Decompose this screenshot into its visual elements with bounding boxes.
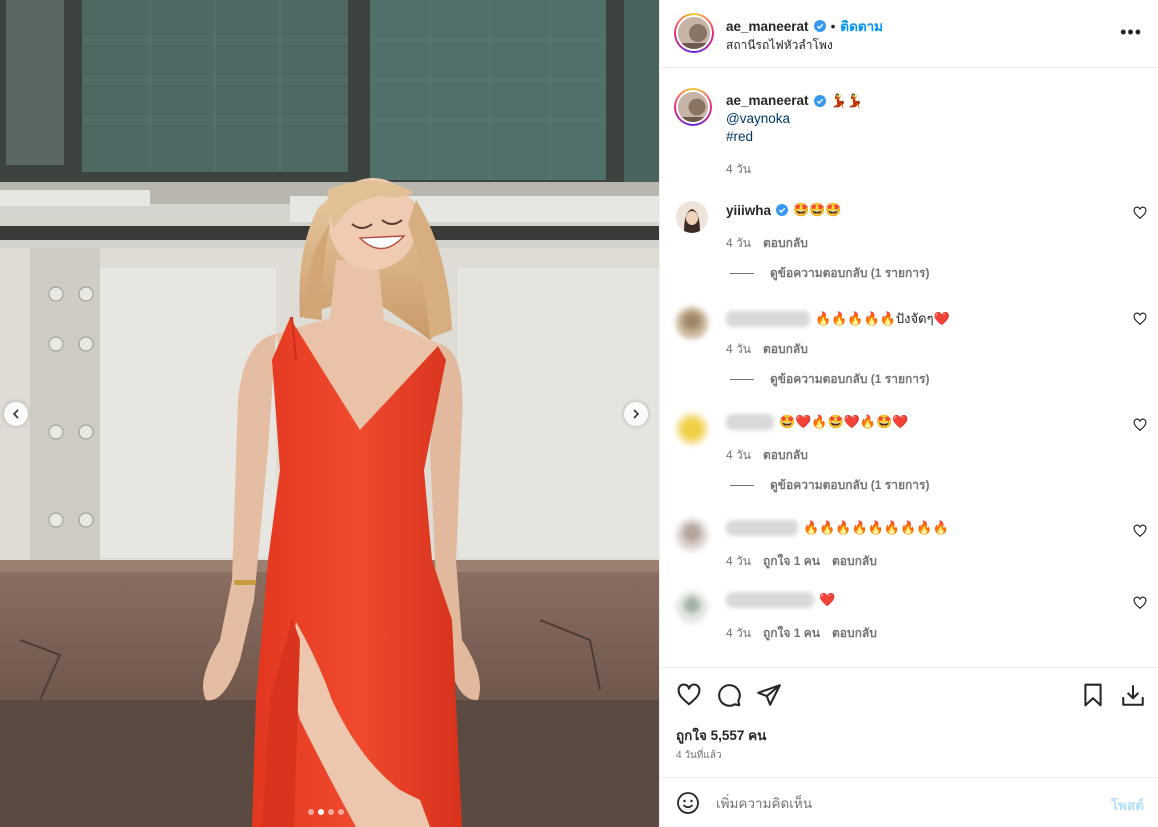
share-send-icon[interactable] xyxy=(756,682,782,708)
avatar-photo xyxy=(676,591,708,623)
post-actions: ถูกใจ 5,557 คน 4 วันที่แล้ว xyxy=(660,667,1158,777)
like-heart-icon[interactable] xyxy=(676,682,702,708)
reply-button[interactable]: ตอบกลับ xyxy=(832,624,877,643)
comment-item: 🤩❤️🔥🤩❤️🔥🤩❤️ 4 วัน ตอบกลับ ดูข้อความตอบกล… xyxy=(660,410,1158,516)
comments-list[interactable]: ae_maneerat 💃💃 @vaynoka #red 4 วัน yiiiw… xyxy=(660,68,1158,667)
carousel-dot xyxy=(328,809,334,815)
commenter-username[interactable]: yiiiwha xyxy=(726,203,771,218)
comment-item: 🔥🔥🔥🔥🔥ปังจัดๆ❤️ 4 วัน ตอบกลับ ดูข้อความตอ… xyxy=(660,304,1158,410)
like-comment-heart-icon[interactable] xyxy=(1133,312,1147,326)
caption-username[interactable]: ae_maneerat xyxy=(726,92,809,110)
like-comment-heart-icon[interactable] xyxy=(1133,596,1147,610)
author-avatar[interactable] xyxy=(674,13,714,53)
view-replies-label: ดูข้อความตอบกลับ (1 รายการ) xyxy=(770,478,930,492)
caption-mention[interactable]: @vaynoka xyxy=(726,110,863,128)
instagram-post-modal: ae_maneerat • ติดตาม สถานีรถไฟหัวลำโพง •… xyxy=(0,0,1158,827)
download-icon[interactable] xyxy=(1120,682,1146,708)
post-location[interactable]: สถานีรถไฟหัวลำโพง xyxy=(726,36,833,55)
carousel-dot xyxy=(308,809,314,815)
like-comment-heart-icon[interactable] xyxy=(1133,418,1147,432)
avatar-photo xyxy=(678,17,710,49)
more-options-icon[interactable]: ••• xyxy=(1120,22,1142,43)
carousel-dot xyxy=(338,809,344,815)
author-username[interactable]: ae_maneerat xyxy=(726,19,809,34)
previous-slide-button[interactable] xyxy=(4,402,28,426)
verified-badge-icon xyxy=(776,204,789,216)
post-comment-button[interactable]: โพสต์ xyxy=(1111,794,1144,816)
commenter-username-hidden xyxy=(726,414,774,430)
carousel-dot-active xyxy=(318,809,324,815)
replies-dash xyxy=(730,379,754,380)
caption-avatar[interactable] xyxy=(674,88,712,126)
likes-count[interactable]: ถูกใจ 5,557 คน xyxy=(676,724,766,746)
commenter-username-hidden xyxy=(726,310,810,327)
post-details-panel: ae_maneerat • ติดตาม สถานีรถไฟหัวลำโพง •… xyxy=(659,0,1158,827)
reply-button[interactable]: ตอบกลับ xyxy=(832,552,877,571)
comment-text: 🤩🤩🤩 xyxy=(793,202,842,217)
like-comment-heart-icon[interactable] xyxy=(1133,524,1147,538)
avatar-photo xyxy=(676,519,708,551)
comment-time[interactable]: 4 วัน xyxy=(726,624,751,643)
comment-bubble-icon[interactable] xyxy=(716,682,742,708)
follow-button[interactable]: ติดตาม xyxy=(840,15,883,37)
replies-dash xyxy=(730,273,754,274)
comment-time[interactable]: 4 วัน xyxy=(726,552,751,571)
view-replies-label: ดูข้อความตอบกลับ (1 รายการ) xyxy=(770,372,930,386)
emoji-smile-icon[interactable] xyxy=(676,791,700,815)
commenter-avatar[interactable] xyxy=(676,201,708,233)
chevron-right-icon xyxy=(633,409,640,419)
verified-badge-icon xyxy=(813,20,826,32)
view-replies-button[interactable]: ดูข้อความตอบกลับ (1 รายการ) xyxy=(730,370,929,389)
caption-time[interactable]: 4 วัน xyxy=(726,160,751,179)
avatar-photo xyxy=(676,307,708,339)
photo-scene xyxy=(0,0,659,827)
view-replies-button[interactable]: ดูข้อความตอบกลับ (1 รายการ) xyxy=(730,264,929,283)
commenter-username-hidden xyxy=(726,592,814,608)
commenter-avatar[interactable] xyxy=(676,307,708,339)
post-time-ago[interactable]: 4 วันที่แล้ว xyxy=(676,748,722,763)
comment-item: yiiiwha 🤩🤩🤩 4 วัน ตอบกลับ ดูข้อความตอบกล… xyxy=(660,198,1158,304)
comment-text: 🤩❤️🔥🤩❤️🔥🤩❤️ xyxy=(779,414,909,429)
replies-dash xyxy=(730,485,754,486)
reply-button[interactable]: ตอบกลับ xyxy=(763,446,808,465)
comment-text: 🔥🔥🔥🔥🔥🔥🔥🔥🔥 xyxy=(803,520,949,535)
verified-badge-icon xyxy=(813,95,826,107)
view-replies-button[interactable]: ดูข้อความตอบกลับ (1 รายการ) xyxy=(730,476,929,495)
carousel-dots xyxy=(308,809,344,815)
comment-text: ❤️ xyxy=(819,592,836,607)
comment-text: 🔥🔥🔥🔥🔥ปังจัดๆ❤️ xyxy=(815,311,950,326)
caption-hashtag[interactable]: #red xyxy=(726,128,863,146)
chevron-left-icon xyxy=(12,409,19,419)
comment-time[interactable]: 4 วัน xyxy=(726,340,751,359)
commenter-avatar[interactable] xyxy=(676,519,708,551)
comment-item: ❤️ 4 วัน ถูกใจ 1 คน ตอบกลับ xyxy=(660,588,1158,667)
avatar-photo xyxy=(678,92,708,122)
add-comment-bar: โพสต์ xyxy=(660,777,1158,827)
comment-likes[interactable]: ถูกใจ 1 คน xyxy=(763,552,820,571)
commenter-username-hidden xyxy=(726,520,798,536)
like-comment-heart-icon[interactable] xyxy=(1133,206,1147,220)
save-bookmark-icon[interactable] xyxy=(1080,682,1106,708)
post-photo[interactable] xyxy=(0,0,659,827)
comment-likes[interactable]: ถูกใจ 1 คน xyxy=(763,624,820,643)
reply-button[interactable]: ตอบกลับ xyxy=(763,234,808,253)
comment-time[interactable]: 4 วัน xyxy=(726,234,751,253)
avatar-photo xyxy=(676,201,708,233)
comment-time[interactable]: 4 วัน xyxy=(726,446,751,465)
comment-input[interactable] xyxy=(716,791,1076,815)
separator-dot: • xyxy=(830,18,836,34)
view-replies-label: ดูข้อความตอบกลับ (1 รายการ) xyxy=(770,266,930,280)
next-slide-button[interactable] xyxy=(624,402,648,426)
avatar-photo xyxy=(676,413,708,445)
reply-button[interactable]: ตอบกลับ xyxy=(763,340,808,359)
commenter-avatar[interactable] xyxy=(676,413,708,445)
post-header: ae_maneerat • ติดตาม สถานีรถไฟหัวลำโพง •… xyxy=(660,0,1158,68)
caption-emoji: 💃💃 xyxy=(830,93,863,108)
commenter-avatar[interactable] xyxy=(676,591,708,623)
